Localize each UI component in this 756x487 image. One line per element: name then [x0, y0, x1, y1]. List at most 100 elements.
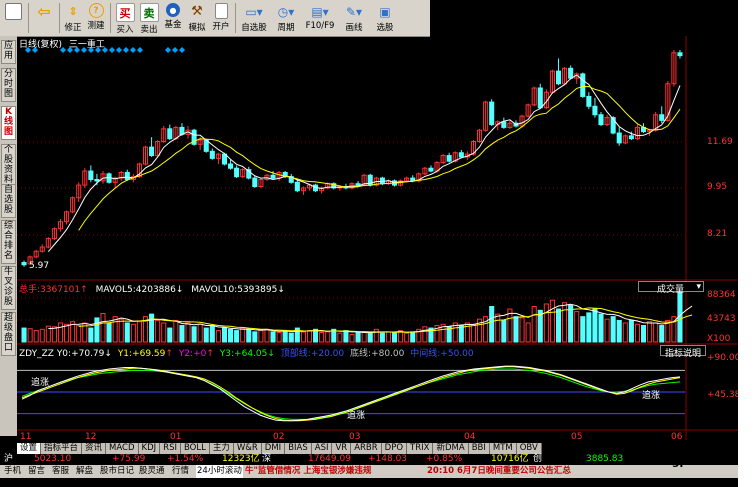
menu-stock-link[interactable]: 股灵通	[139, 465, 165, 478]
toolbar-adjust-button[interactable]: ⇕ 修正	[62, 0, 84, 36]
indicator-tab[interactable]: 新DMA	[433, 443, 469, 454]
tab-ranking[interactable]: 综合排名	[1, 220, 16, 264]
toolbar-select-button[interactable]: ▣ 选股	[370, 0, 400, 36]
indicator-annotation-3: 追涨	[642, 391, 661, 401]
indicator-tab[interactable]: DPO	[381, 443, 408, 454]
news-headline-2[interactable]: 20:10 6月7日晚间重要公司公告汇总	[427, 465, 571, 478]
volume-bar	[130, 323, 136, 343]
toolbar-simulate-button[interactable]: ⚒ 模拟	[185, 0, 209, 36]
menu-diary[interactable]: 股市日记	[100, 465, 134, 478]
indicator-tab[interactable]: 资讯	[82, 443, 107, 454]
volume-bar	[385, 331, 391, 343]
indicator-tab[interactable]: TRIX	[407, 443, 434, 454]
menu-24h-news[interactable]: 24小时滚动	[196, 465, 243, 478]
toolbar-measure-button[interactable]: ? 测建	[84, 0, 108, 36]
tab-diagnosis[interactable]: 牛叉诊股	[1, 266, 16, 310]
candle-body	[568, 67, 574, 79]
volume-bar	[422, 326, 428, 343]
volume-bar	[604, 318, 610, 343]
vol-scale-1: 88364	[707, 290, 736, 300]
indicator-tab[interactable]: MACD	[106, 443, 139, 454]
tab-timeshare[interactable]: 分时图	[1, 68, 16, 102]
tab-stock-info[interactable]: 个股资料	[1, 144, 16, 188]
volume-bar	[155, 319, 161, 343]
toolbar-draw-button[interactable]: ✎▾ 画线	[338, 0, 370, 36]
toolbar-windows-button[interactable]	[0, 0, 26, 36]
t1-value: +20.00	[310, 349, 345, 359]
sh-label: 沪	[4, 454, 14, 464]
volume-indicator-dropdown[interactable]: 成交量 ▾	[638, 281, 704, 295]
menu-service[interactable]: 客服	[52, 465, 69, 478]
volume-bar	[124, 322, 130, 343]
news-headline-1[interactable]: 牛"监管借情况 上海宝银涉嫌违规	[245, 465, 371, 478]
indicator-tab[interactable]: ASI	[311, 443, 333, 454]
indicator-tab[interactable]: BIAS	[285, 443, 312, 454]
trading-app: ⇦ ⇕ 修正 ? 测建 买 买入 卖 卖出 ● 基金 ⚒ 模拟 开户 ▭▾ 自选…	[0, 0, 738, 487]
indicator-help-button[interactable]: 指标说明	[660, 345, 706, 359]
volume-bar	[628, 319, 634, 343]
vol-total-value: 3367101	[40, 285, 81, 295]
indicator-tab[interactable]: 指标平台	[41, 443, 83, 454]
toolbar-back-button[interactable]: ⇦	[31, 0, 57, 36]
clock-icon: ◷▾	[277, 4, 295, 19]
toolbar-watchlist-button[interactable]: ▭▾ 自选股	[238, 0, 270, 36]
volume-bar	[246, 328, 252, 343]
volume-bar	[270, 331, 276, 343]
candle-body	[21, 262, 27, 266]
volume-bar	[586, 312, 592, 343]
indicator-tab[interactable]: 设置	[17, 443, 42, 454]
toolbar-account-label: 开户	[212, 22, 230, 32]
toolbar-fund-button[interactable]: ● 基金	[161, 0, 185, 36]
candle-body	[458, 152, 464, 158]
tab-kline[interactable]: K线图	[1, 106, 16, 140]
toolbar-buy-button[interactable]: 买 买入	[113, 0, 137, 36]
sh-pct: +1.54%	[167, 454, 204, 464]
menu-mobile[interactable]: 手机	[4, 465, 21, 478]
indicator-tab[interactable]: VR	[332, 443, 352, 454]
candle-body	[616, 132, 622, 144]
indicator-annotation-2: 追涨	[347, 411, 366, 421]
toolbar-period-button[interactable]: ◷▾ 周期	[270, 0, 302, 36]
volume-bar	[634, 323, 640, 343]
tab-super-panel[interactable]: 超级盘口	[1, 312, 16, 356]
volume-bar	[51, 326, 57, 343]
toolbar-f10-button[interactable]: ▤▾ F10/F9	[302, 0, 338, 36]
indicator-tab[interactable]: 主力	[209, 443, 234, 454]
menu-analysis[interactable]: 解盘	[76, 465, 93, 478]
volume-bar	[136, 321, 142, 343]
tab-diagnosis-label: 牛叉诊股	[3, 267, 13, 307]
candle-body	[221, 153, 227, 165]
x-tick-label: 12	[85, 432, 97, 442]
indicator-tab[interactable]: KDJ	[138, 443, 161, 454]
volume-bar	[343, 330, 349, 343]
signal-diamond-icon	[130, 47, 136, 53]
indicator-tab[interactable]: RSI	[160, 443, 181, 454]
toolbar-account-button[interactable]: 开户	[209, 0, 233, 36]
indicator-tab[interactable]: BBI	[468, 443, 490, 454]
toolbar-sell-button[interactable]: 卖 卖出	[137, 0, 161, 36]
tab-watchlist[interactable]: 自选股	[1, 184, 16, 218]
volume-bar	[622, 322, 628, 343]
sell-icon: 卖	[139, 3, 159, 22]
indicator-tab[interactable]: DMI	[261, 443, 286, 454]
fund-icon: ●	[166, 3, 180, 17]
doc-icon	[214, 3, 228, 19]
indicator-tab[interactable]: MTM	[489, 443, 517, 454]
indicator-tab[interactable]: BOLL	[180, 443, 210, 454]
indicator-tab[interactable]: OBV	[516, 443, 542, 454]
y1-value: +69.59	[132, 349, 166, 359]
signal-diamond-icon	[179, 47, 185, 53]
t2-label: 底线:	[350, 349, 372, 359]
volume-bar	[495, 313, 501, 343]
watermark-text: www.7gpzb.com	[630, 455, 732, 468]
indicator-tab[interactable]: ARBR	[351, 443, 382, 454]
volume-bar	[161, 322, 167, 343]
menu-message[interactable]: 留言	[28, 465, 45, 478]
volume-bar	[173, 319, 179, 343]
volume-bar	[519, 317, 525, 343]
volume-bar	[300, 331, 306, 343]
kline-chart-svg[interactable]	[17, 36, 738, 440]
indicator-tab[interactable]: W&R	[233, 443, 262, 454]
tab-apps[interactable]: 应用	[1, 40, 16, 64]
menu-quote[interactable]: 行情	[172, 465, 189, 478]
